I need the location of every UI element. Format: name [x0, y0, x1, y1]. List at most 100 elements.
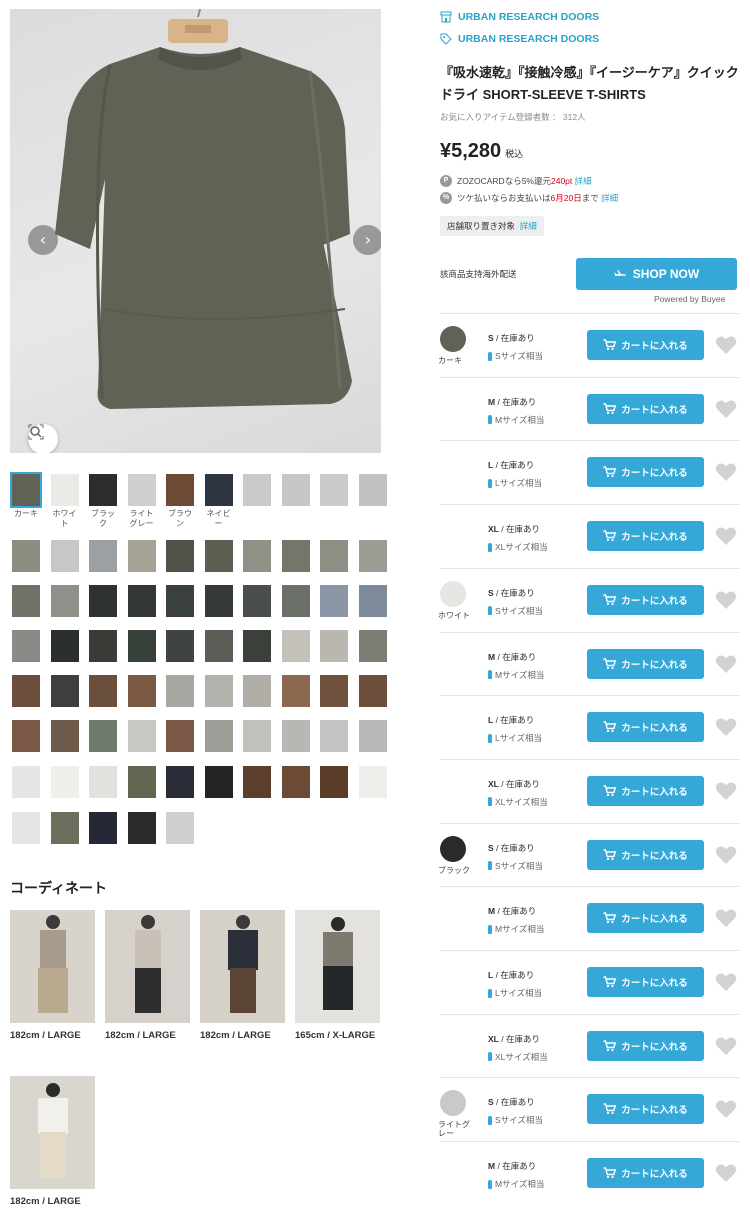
thumbnail-image[interactable] [204, 720, 233, 752]
thumbnail-image[interactable] [204, 766, 233, 798]
thumbnail-image[interactable] [166, 540, 194, 572]
thumbnail-image[interactable] [50, 630, 79, 662]
thumbnail-image[interactable] [89, 585, 117, 617]
thumbnail-image[interactable] [358, 474, 387, 506]
heart-icon[interactable] [715, 590, 737, 610]
thumbnail-image[interactable] [127, 675, 156, 707]
heart-icon[interactable] [715, 845, 737, 865]
thumbnail-image[interactable] [320, 630, 348, 662]
thumbnail-image[interactable] [204, 540, 233, 572]
heart-icon[interactable] [715, 781, 737, 801]
zozocard-detail-link[interactable]: 詳細 [575, 176, 592, 186]
thumbnail-image[interactable] [12, 720, 40, 752]
thumbnail-image[interactable] [10, 472, 42, 508]
zoom-icon[interactable] [28, 424, 58, 453]
heart-icon[interactable] [715, 1163, 737, 1183]
thumbnail-image[interactable] [50, 540, 79, 572]
add-to-cart-button[interactable]: カートに入れる [587, 1158, 704, 1189]
add-to-cart-button[interactable]: カートに入れる [587, 648, 704, 679]
add-to-cart-button[interactable]: カートに入れる [587, 775, 704, 806]
thumbnail-image[interactable] [320, 474, 348, 506]
thumbnail-image[interactable] [127, 540, 156, 572]
thumbnail-image[interactable] [127, 720, 156, 752]
add-to-cart-button[interactable]: カートに入れる [587, 712, 704, 743]
thumbnail-image[interactable] [281, 630, 310, 662]
heart-icon[interactable] [715, 654, 737, 674]
heart-icon[interactable] [715, 908, 737, 928]
thumbnail-image[interactable] [358, 675, 387, 707]
coordinate-image[interactable] [200, 910, 285, 1023]
add-to-cart-button[interactable]: カートに入れる [587, 839, 704, 870]
thumbnail-image[interactable] [127, 630, 156, 662]
thumbnail-image[interactable] [204, 630, 233, 662]
thumbnail-image[interactable] [50, 812, 79, 844]
thumbnail-image[interactable] [204, 474, 233, 506]
thumbnail-image[interactable] [50, 766, 79, 798]
add-to-cart-button[interactable]: カートに入れる [587, 1094, 704, 1125]
add-to-cart-button[interactable]: カートに入れる [587, 330, 704, 360]
thumbnail-image[interactable] [281, 540, 310, 572]
coordinate-item[interactable]: 182cm / LARGE [105, 910, 190, 1042]
thumbnail-image[interactable] [281, 675, 310, 707]
add-to-cart-button[interactable]: カートに入れる [587, 393, 704, 424]
heart-icon[interactable] [715, 526, 737, 546]
thumbnail-image[interactable] [12, 630, 40, 662]
thumbnail-image[interactable] [358, 720, 387, 752]
coordinate-item[interactable]: 182cm / LARGE [10, 910, 95, 1042]
thumbnail-image[interactable] [204, 675, 233, 707]
thumbnail-image[interactable] [358, 540, 387, 572]
thumbnail-image[interactable] [166, 720, 194, 752]
thumbnail-image[interactable] [281, 766, 310, 798]
thumbnail-image[interactable] [127, 585, 156, 617]
thumbnail-image[interactable] [320, 540, 348, 572]
add-to-cart-button[interactable]: カートに入れる [587, 584, 704, 615]
thumbnail-image[interactable] [50, 474, 79, 506]
thumbnail-image[interactable] [320, 720, 348, 752]
thumbnail-image[interactable] [127, 766, 156, 798]
coordinate-image[interactable] [295, 910, 380, 1023]
thumbnail-image[interactable] [50, 675, 79, 707]
tsuke-detail-link[interactable]: 詳細 [601, 193, 618, 203]
thumbnail-image[interactable] [166, 812, 194, 844]
coordinate-item[interactable]: 182cm / LARGE [10, 1076, 95, 1208]
thumbnail-image[interactable] [358, 630, 387, 662]
thumbnail-image[interactable] [89, 630, 117, 662]
thumbnail-image[interactable] [281, 585, 310, 617]
thumbnail-image[interactable] [243, 630, 271, 662]
thumbnail-image[interactable] [12, 766, 40, 798]
add-to-cart-button[interactable]: カートに入れる [587, 521, 704, 552]
thumbnail-image[interactable] [12, 540, 40, 572]
thumbnail-image[interactable] [166, 766, 194, 798]
thumbnail-image[interactable] [320, 766, 348, 798]
thumbnail-image[interactable] [166, 474, 194, 506]
add-to-cart-button[interactable]: カートに入れる [587, 903, 704, 934]
thumbnail-image[interactable] [243, 585, 271, 617]
thumbnail-image[interactable] [243, 540, 271, 572]
thumbnail-image[interactable] [320, 585, 348, 617]
thumbnail-image[interactable] [243, 720, 271, 752]
coordinate-image[interactable] [10, 1076, 95, 1189]
coordinate-image[interactable] [10, 910, 95, 1023]
heart-icon[interactable] [715, 335, 737, 355]
thumbnail-image[interactable] [12, 585, 40, 617]
store-pickup-detail-link[interactable]: 詳細 [520, 221, 537, 231]
add-to-cart-button[interactable]: カートに入れる [587, 457, 704, 488]
thumbnail-image[interactable] [320, 675, 348, 707]
thumbnail-image[interactable] [50, 720, 79, 752]
add-to-cart-button[interactable]: カートに入れる [587, 967, 704, 997]
thumbnail-image[interactable] [89, 766, 117, 798]
thumbnail-image[interactable] [243, 474, 271, 506]
next-image-arrow-icon[interactable]: › [353, 225, 381, 255]
thumbnail-image[interactable] [281, 720, 310, 752]
heart-icon[interactable] [715, 399, 737, 419]
thumbnail-image[interactable] [127, 474, 156, 506]
thumbnail-image[interactable] [89, 812, 117, 844]
coordinate-item[interactable]: 165cm / X-LARGE [295, 910, 380, 1042]
thumbnail-image[interactable] [12, 675, 40, 707]
main-product-image[interactable]: ‹ › [10, 9, 381, 453]
thumbnail-image[interactable] [358, 585, 387, 617]
coordinate-item[interactable]: 182cm / LARGE [200, 910, 285, 1042]
thumbnail-image[interactable] [89, 720, 117, 752]
thumbnail-image[interactable] [204, 585, 233, 617]
heart-icon[interactable] [715, 1099, 737, 1119]
